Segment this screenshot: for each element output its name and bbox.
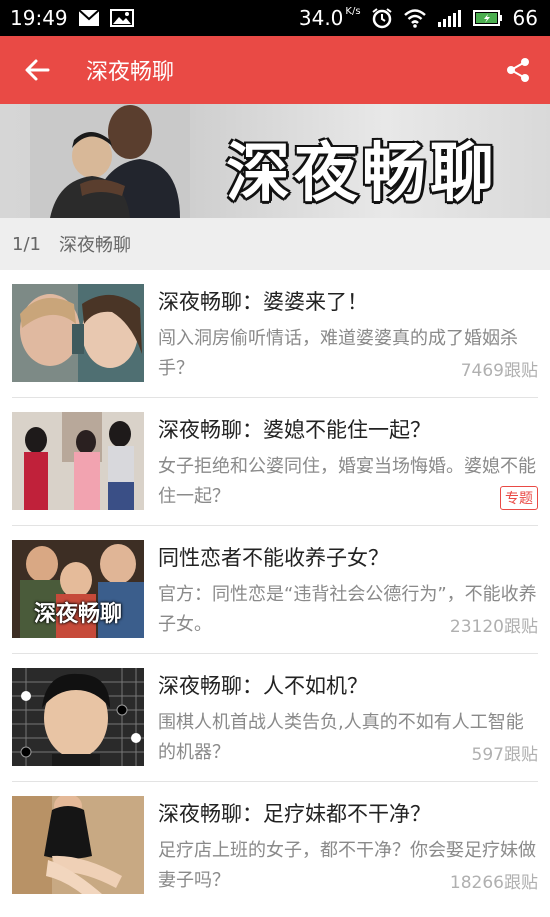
article-title: 深夜畅聊：足疗妹都不干净？ xyxy=(158,802,431,826)
net-speed: 34.0 K/s xyxy=(298,6,361,30)
signal-icon xyxy=(437,8,463,28)
list-item[interactable]: 深夜畅聊：人不如机？ 围棋人机首战人类告负,人真的不如有人工智能的机器？ 597… xyxy=(0,654,550,782)
article-title: 深夜畅聊：婆媳不能住一起？ xyxy=(158,418,431,442)
mail-icon xyxy=(77,9,100,27)
page-title: 深夜畅聊 xyxy=(86,60,175,85)
banner-title: 深夜畅聊 xyxy=(226,136,498,211)
article-thumbnail xyxy=(12,796,144,894)
page-number: 1/1 xyxy=(12,233,41,255)
topic-badge: 专题 xyxy=(500,486,538,510)
article-thumbnail xyxy=(12,284,144,382)
list-item[interactable]: 深夜畅聊：婆婆来了！ 闯入洞房偷听情话，难道婆婆真的成了婚姻杀手？ 7469跟贴 xyxy=(0,270,550,398)
thumbnail-caption: 深夜畅聊 xyxy=(33,602,122,627)
app-bar: 深夜畅聊 xyxy=(0,36,550,104)
reply-count: 7469跟贴 xyxy=(454,356,538,381)
article-description: 女子拒绝和公婆同住，婚宴当场悔婚。婆媳不能住一起？ xyxy=(158,456,536,507)
battery-icon xyxy=(472,8,503,28)
list-item[interactable]: 深夜畅聊 同性恋者不能收养子女？ 官方：同性恋是“违背社会公德行为”，不能收养子… xyxy=(0,526,550,654)
back-button[interactable] xyxy=(0,36,74,104)
reply-count: 18266跟贴 xyxy=(443,868,538,893)
list-item[interactable]: 深夜畅聊：婆媳不能住一起？ 女子拒绝和公婆同住，婚宴当场悔婚。婆媳不能住一起？ … xyxy=(0,398,550,526)
page-label: 深夜畅聊 xyxy=(58,235,131,256)
status-bar: 19:49 34.0 K/s 66 xyxy=(0,0,550,36)
article-title: 同性恋者不能收养子女？ xyxy=(158,546,389,570)
share-button[interactable] xyxy=(486,36,550,104)
article-title: 深夜畅聊：婆婆来了！ xyxy=(158,290,368,314)
article-thumbnail: 深夜畅聊 xyxy=(12,540,144,638)
topic-banner: 深夜畅聊 xyxy=(0,104,550,218)
article-thumbnail xyxy=(12,668,144,766)
banner-photo xyxy=(30,104,190,218)
wifi-icon xyxy=(403,8,427,28)
reply-count: 23120跟贴 xyxy=(443,612,538,637)
gallery-icon xyxy=(109,9,134,27)
article-list: 深夜畅聊：婆婆来了！ 闯入洞房偷听情话，难道婆婆真的成了婚姻杀手？ 7469跟贴… xyxy=(0,270,550,910)
page-indicator: 1/1 深夜畅聊 xyxy=(0,218,550,270)
article-thumbnail xyxy=(12,412,144,510)
article-title: 深夜畅聊：人不如机？ xyxy=(158,674,368,698)
battery-level: 66 xyxy=(512,6,538,30)
status-time: 19:49 xyxy=(10,6,68,30)
reply-count: 597跟贴 xyxy=(465,740,538,765)
net-speed-unit: K/s xyxy=(345,6,361,17)
list-item[interactable]: 深夜畅聊：足疗妹都不干净？ 足疗店上班的女子，都不干净？你会娶足疗妹做妻子吗？ … xyxy=(0,782,550,910)
alarm-icon xyxy=(371,7,393,29)
arrow-left-icon xyxy=(25,59,50,81)
share-icon xyxy=(507,58,529,82)
